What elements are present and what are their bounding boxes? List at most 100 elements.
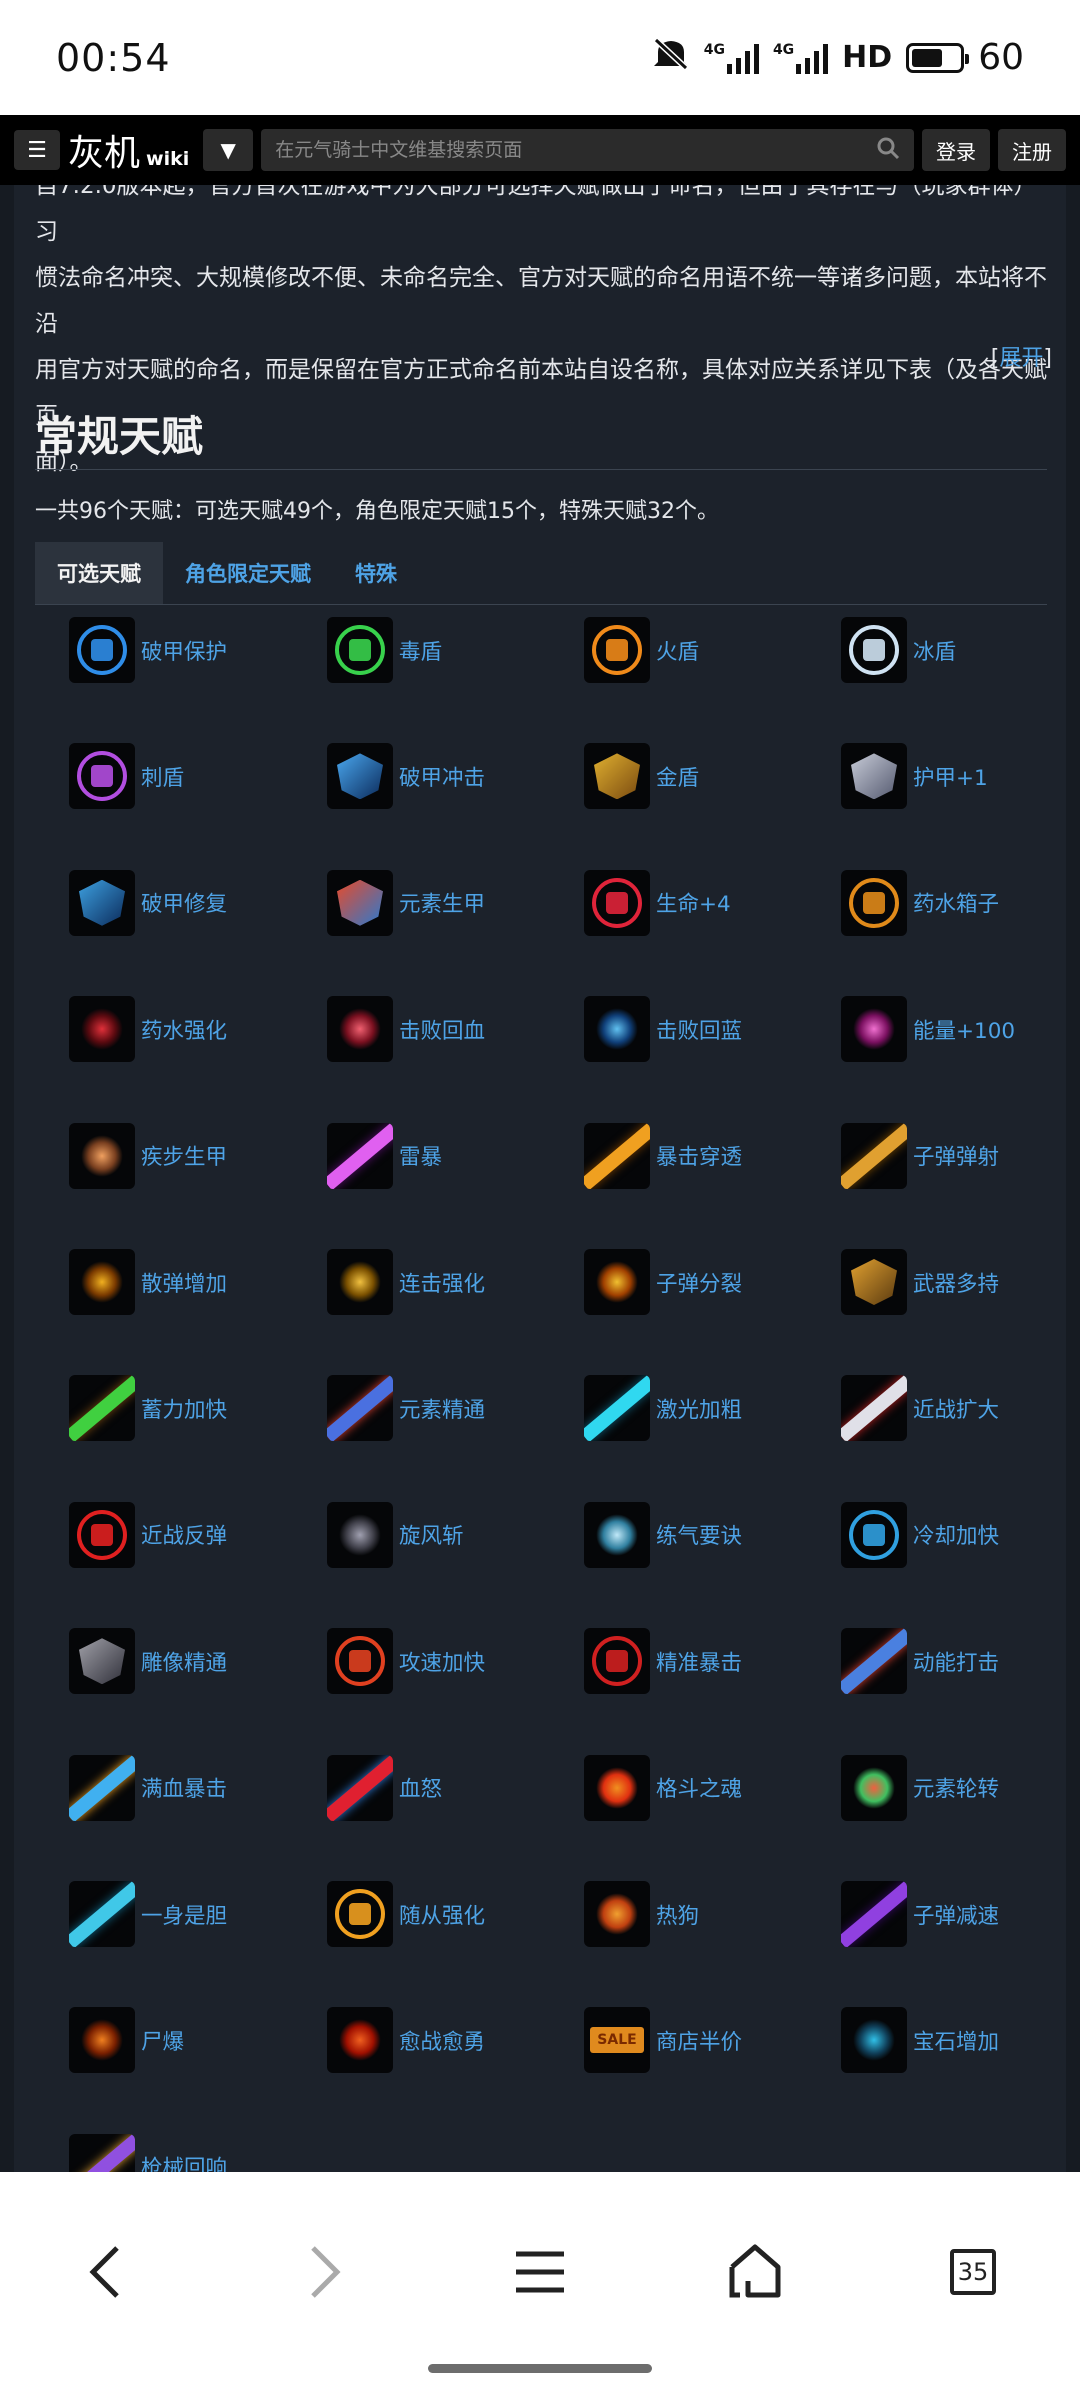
talent-item[interactable]: 散弹增加 [69,1249,227,1315]
thunderstorm-icon[interactable] [327,1122,393,1189]
more-gems-icon[interactable] [841,2007,907,2074]
talent-item[interactable]: 近战反弹 [69,1501,227,1568]
full-courage-icon[interactable] [69,1881,135,1947]
whirlwind-slash-icon[interactable] [327,1501,393,1568]
thorn-shield-icon[interactable] [69,743,135,810]
talent-item[interactable]: 尸爆 [69,2007,184,2074]
search-box[interactable] [261,129,914,171]
talent-link[interactable]: 元素生甲 [399,887,485,918]
elemental-rotation-icon[interactable] [841,1754,907,1821]
talent-item[interactable]: 药水强化 [69,996,227,1063]
follower-boost-paw-icon[interactable] [327,1881,393,1947]
home-button[interactable] [710,2227,800,2317]
search-input[interactable] [275,139,876,161]
back-button[interactable] [60,2227,150,2317]
talent-link[interactable]: 击败回蓝 [656,1014,742,1045]
talent-link[interactable]: 雕像精通 [141,1646,227,1677]
talent-link[interactable]: 元素精通 [399,1393,485,1424]
potion-boost-plus-two-icon[interactable] [69,996,135,1063]
expand-link[interactable]: 展开 [999,346,1043,371]
talent-item[interactable]: 金盾 [584,743,699,810]
talent-link[interactable]: 宝石增加 [913,2025,999,2056]
talent-link[interactable]: 毒盾 [399,635,442,666]
elemental-armor-icon[interactable] [327,869,393,936]
talent-item[interactable]: 击败回蓝 [584,996,742,1063]
talent-link[interactable]: 精准暴击 [656,1646,742,1677]
talent-link[interactable]: 子弹减速 [913,1899,999,1930]
talent-link[interactable]: 激光加粗 [656,1393,742,1424]
talent-link[interactable]: 血怒 [399,1772,442,1803]
talent-item[interactable]: 激光加粗 [584,1375,742,1442]
talent-item[interactable]: 愈战愈勇 [327,2007,485,2074]
crit-pierce-icon[interactable] [584,1122,650,1189]
talent-item[interactable]: 一身是胆 [69,1881,227,1947]
talent-item[interactable]: 火盾 [584,617,699,683]
kill-heal-icon[interactable] [327,996,393,1063]
talent-link[interactable]: 疾步生甲 [141,1140,227,1171]
talent-item[interactable]: 刺盾 [69,743,184,810]
talent-link[interactable]: 满血暴击 [141,1772,227,1803]
full-hp-crit-icon[interactable] [69,1754,135,1821]
bigger-melee-icon[interactable] [841,1375,907,1442]
talent-item[interactable]: 枪械回响 [69,2133,227,2172]
talent-link[interactable]: 金盾 [656,761,699,792]
precise-crit-crosshair-icon[interactable] [584,1628,650,1695]
talent-link[interactable]: 练气要诀 [656,1519,742,1550]
talent-item[interactable]: 攻速加快 [327,1628,485,1695]
talent-item[interactable]: 生命+4 [584,869,731,936]
talent-item[interactable]: 毒盾 [327,617,442,683]
fire-shield-icon[interactable] [584,617,650,683]
multi-weapon-icon[interactable] [841,1249,907,1315]
talent-item[interactable]: 精准暴击 [584,1628,742,1695]
menu-button-bottom[interactable] [495,2227,585,2317]
blue-cross-shield-icon[interactable] [69,617,135,683]
potion-box-icon[interactable] [841,869,907,936]
health-plus-four-icon[interactable] [584,869,650,936]
menu-button[interactable]: ☰ [14,130,60,170]
fighting-spirit-fist-icon[interactable] [584,1754,650,1821]
talent-link[interactable]: 药水箱子 [913,887,999,918]
talent-link[interactable]: 旋风斩 [399,1519,464,1550]
site-dropdown-button[interactable]: ▼ [203,129,254,171]
talent-link[interactable]: 护甲+1 [913,761,988,792]
melee-reflect-icon[interactable] [69,1501,135,1568]
talent-item[interactable]: 元素生甲 [327,869,485,936]
talent-link[interactable]: 格斗之魂 [656,1772,742,1803]
talent-link[interactable]: 近战扩大 [913,1393,999,1424]
talent-item[interactable]: 近战扩大 [841,1375,999,1442]
kinetic-strike-icon[interactable] [841,1628,907,1695]
tab-2[interactable]: 特殊 [333,542,419,604]
talent-link[interactable]: 商店半价 [656,2025,742,2056]
talent-item[interactable]: 能量+100 [841,996,1015,1063]
talent-item[interactable]: 血怒 [327,1754,442,1821]
talent-item[interactable]: 疾步生甲 [69,1122,227,1189]
talent-item[interactable]: 热狗 [584,1881,699,1947]
elemental-mastery-icon[interactable] [327,1375,393,1442]
site-logo[interactable]: 灰机 wiki [68,124,189,176]
thicker-laser-icon[interactable] [584,1375,650,1442]
more-shotgun-pellets-icon[interactable] [69,1249,135,1315]
talent-link[interactable]: 攻速加快 [399,1646,485,1677]
talent-link[interactable]: 击败回血 [399,1014,485,1045]
talent-item[interactable]: 动能打击 [841,1628,999,1695]
bullet-bounce-icon[interactable] [841,1122,907,1189]
talent-item[interactable]: 击败回血 [327,996,485,1063]
talent-item[interactable]: 练气要诀 [584,1501,742,1568]
talent-link[interactable]: 尸爆 [141,2025,184,2056]
talent-item[interactable]: 雷暴 [327,1122,442,1189]
qi-training-icon[interactable] [584,1501,650,1568]
talent-item[interactable]: 破甲修复 [69,869,227,936]
talent-link[interactable]: 子弹弹射 [913,1140,999,1171]
talent-item[interactable]: 连击强化 [327,1249,485,1315]
talent-link[interactable]: 近战反弹 [141,1519,227,1550]
talent-item[interactable]: 格斗之魂 [584,1754,742,1821]
dash-armor-icon[interactable] [69,1122,135,1189]
talent-item[interactable]: 子弹分裂 [584,1249,742,1315]
tabs-button[interactable]: 35 [928,2227,1018,2317]
talent-link[interactable]: 冰盾 [913,635,956,666]
statue-mastery-icon[interactable] [69,1628,135,1695]
attack-speed-icon[interactable] [327,1628,393,1695]
talent-link[interactable]: 散弹增加 [141,1267,227,1298]
corpse-explosion-skull-icon[interactable] [69,2007,135,2074]
talent-item[interactable]: 冷却加快 [841,1501,999,1568]
